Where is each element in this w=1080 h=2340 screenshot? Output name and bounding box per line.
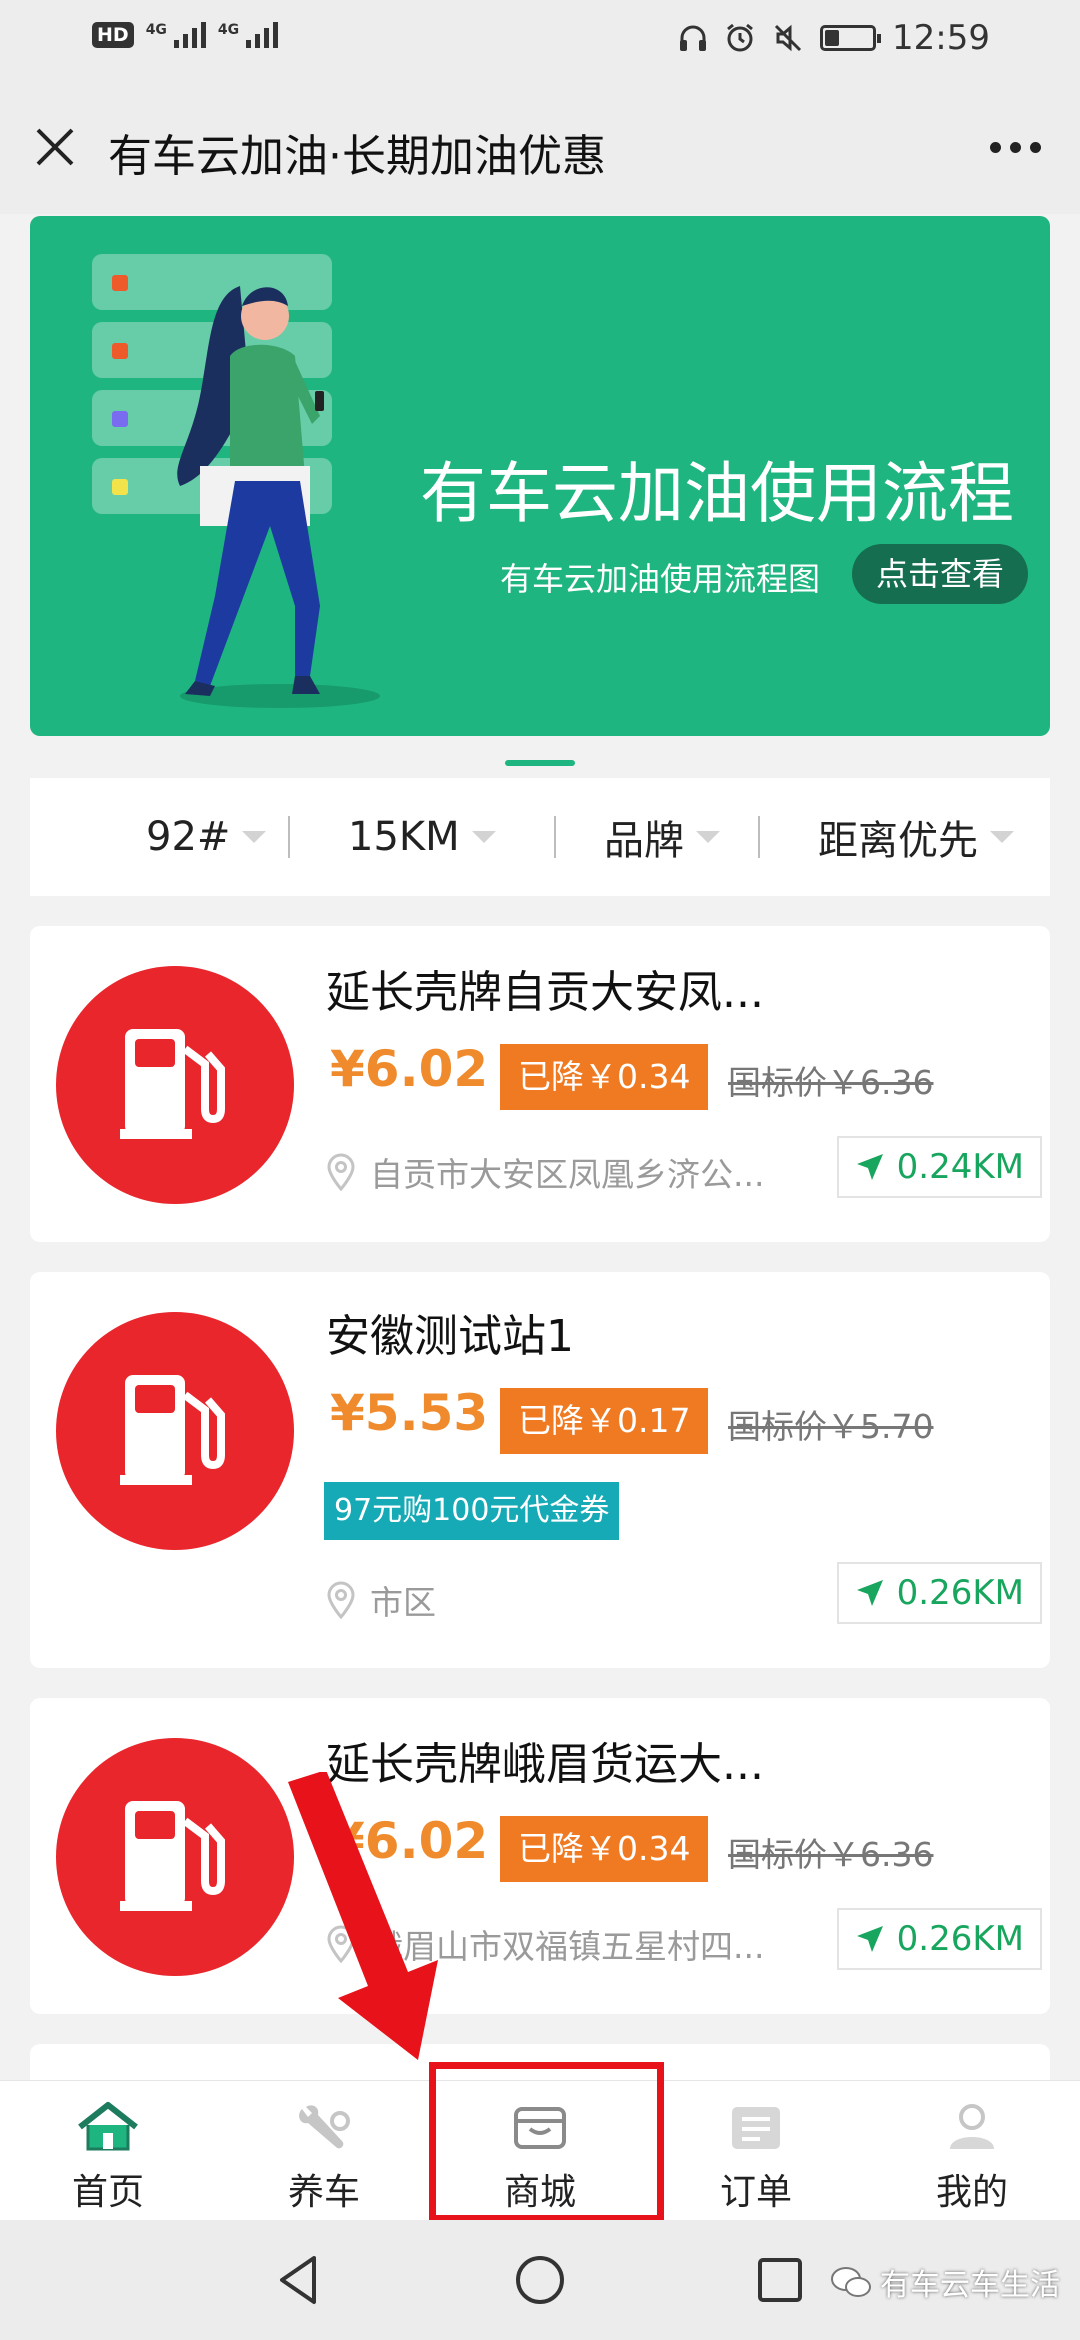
navigation-arrow-icon (856, 1926, 883, 1952)
divider (758, 816, 760, 858)
divider (554, 816, 556, 858)
annotation-arrow (288, 1772, 438, 2060)
watermark: 有车云车生活 (830, 2260, 1060, 2304)
filter-label: 距离优先 (818, 818, 978, 864)
station-card[interactable]: 延长壳牌峨眉货运大... ¥6.02 已降￥0.34 国标价￥6.36 峨眉山市… (30, 1698, 1050, 2014)
wrench-icon (299, 2105, 350, 2149)
watermark-text: 有车云车生活 (880, 2268, 1060, 2303)
more-icon (989, 141, 1001, 153)
station-name: 延长壳牌自贡大安凤... (326, 967, 764, 1018)
reference-price: 国标价￥6.36 (728, 1063, 934, 1102)
hd-badge: HD (92, 22, 134, 48)
signal-icon: 4G (146, 22, 206, 48)
reference-price: 国标价￥5.70 (728, 1407, 934, 1446)
view-button[interactable]: 点击查看 (852, 544, 1029, 604)
status-bar: HD 4G 4G 12:59 (0, 0, 1080, 84)
coupon-badge[interactable]: 97元购100元代金券 (324, 1482, 620, 1540)
reference-price: 国标价￥6.36 (728, 1835, 934, 1874)
order-icon (732, 2107, 780, 2149)
clock: 12:59 (892, 18, 990, 58)
battery-icon (820, 25, 882, 51)
filter-label: 92# (146, 814, 231, 860)
filter-distance[interactable]: 15KM (348, 778, 496, 896)
promo-banner[interactable]: 有车云加油使用流程 有车云加油使用流程图 点击查看 (30, 216, 1050, 736)
station-address: 自贡市大安区凤凰乡济公... (326, 1148, 764, 1196)
back-icon[interactable] (270, 2250, 330, 2310)
filter-sort[interactable]: 距离优先 (818, 778, 1014, 896)
banner-title: 有车云加油使用流程 (420, 455, 1014, 532)
discount-badge: 已降￥0.17 (500, 1388, 709, 1454)
tab-orders[interactable]: 订单 (648, 2081, 864, 2221)
signal-icon: 4G (218, 22, 279, 48)
home-circle-icon[interactable] (510, 2250, 570, 2310)
tab-label: 订单 (719, 2172, 792, 2213)
divider (288, 816, 290, 858)
filter-label: 品牌 (604, 818, 684, 864)
navigation-arrow-icon (856, 1154, 883, 1180)
alarm-icon (727, 23, 753, 52)
more-button[interactable] (980, 122, 1050, 172)
recents-icon[interactable] (750, 2250, 810, 2310)
filter-label: 15KM (348, 814, 460, 860)
distance-text: 0.26KM (896, 1573, 1024, 1613)
mute-icon (774, 24, 802, 52)
wechat-icon (831, 2267, 871, 2297)
tab-profile[interactable]: 我的 (864, 2081, 1080, 2221)
discount-badge: 已降￥0.34 (500, 1816, 709, 1882)
distance-badge[interactable]: 0.26KM (836, 1562, 1042, 1624)
status-left: HD 4G 4G (92, 22, 279, 48)
annotation-highlight-box (429, 2062, 664, 2222)
battery-level (825, 30, 839, 46)
tab-label: 首页 (71, 2172, 144, 2213)
woman-illustration (177, 286, 380, 708)
distance-badge[interactable]: 0.24KM (836, 1136, 1042, 1198)
navigation-arrow-icon (856, 1580, 883, 1606)
filter-fuel-type[interactable]: 92# (146, 778, 267, 896)
distance-text: 0.24KM (896, 1147, 1024, 1187)
system-nav-bar: 有车云车生活 (0, 2220, 1080, 2340)
fuel-pump-icon (56, 1738, 294, 1976)
tab-label: 我的 (935, 2172, 1008, 2213)
address-text: 自贡市大安区凤凰乡济公... (370, 1155, 765, 1194)
distance-text: 0.26KM (896, 1919, 1024, 1959)
station-name: 安徽测试站1 (326, 1311, 574, 1362)
close-icon (36, 128, 74, 166)
station-price: ¥6.02 (330, 1040, 489, 1098)
fuel-pump-icon (56, 1312, 294, 1550)
caret-down-icon (696, 831, 720, 843)
location-pin-icon (327, 1153, 355, 1191)
location-pin-icon (327, 1581, 355, 1619)
caret-down-icon (471, 831, 496, 843)
caret-down-icon (990, 831, 1014, 843)
station-price: ¥5.53 (330, 1384, 489, 1442)
discount-badge: 已降￥0.34 (500, 1044, 709, 1110)
banner-subtitle: 有车云加油使用流程图 (500, 560, 821, 598)
home-icon (78, 2102, 138, 2151)
close-button[interactable] (30, 122, 80, 172)
status-right: 12:59 (678, 18, 990, 58)
tab-home[interactable]: 首页 (0, 2081, 216, 2221)
tab-label: 养车 (287, 2172, 360, 2213)
station-card[interactable]: 延长壳牌自贡大安凤... ¥6.02 已降￥0.34 国标价￥6.36 自贡市大… (30, 926, 1050, 1242)
filter-brand[interactable]: 品牌 (604, 778, 720, 896)
headphones-icon (680, 25, 707, 51)
caret-down-icon (242, 831, 267, 843)
title-bar: 有车云加油·长期加油优惠 (0, 84, 1080, 214)
fuel-pump-icon (56, 966, 294, 1204)
station-address: 市区 (326, 1576, 436, 1624)
distance-badge[interactable]: 0.26KM (836, 1908, 1042, 1970)
page-title: 有车云加油·长期加油优惠 (108, 131, 606, 182)
user-icon (950, 2104, 994, 2149)
address-text: 市区 (370, 1583, 436, 1622)
filter-bar: 92# 15KM 品牌 距离优先 (30, 778, 1050, 896)
tab-car-care[interactable]: 养车 (216, 2081, 432, 2221)
carousel-indicator (505, 760, 575, 766)
station-card[interactable]: 安徽测试站1 ¥5.53 已降￥0.17 国标价￥5.70 97元购100元代金… (30, 1272, 1050, 1668)
